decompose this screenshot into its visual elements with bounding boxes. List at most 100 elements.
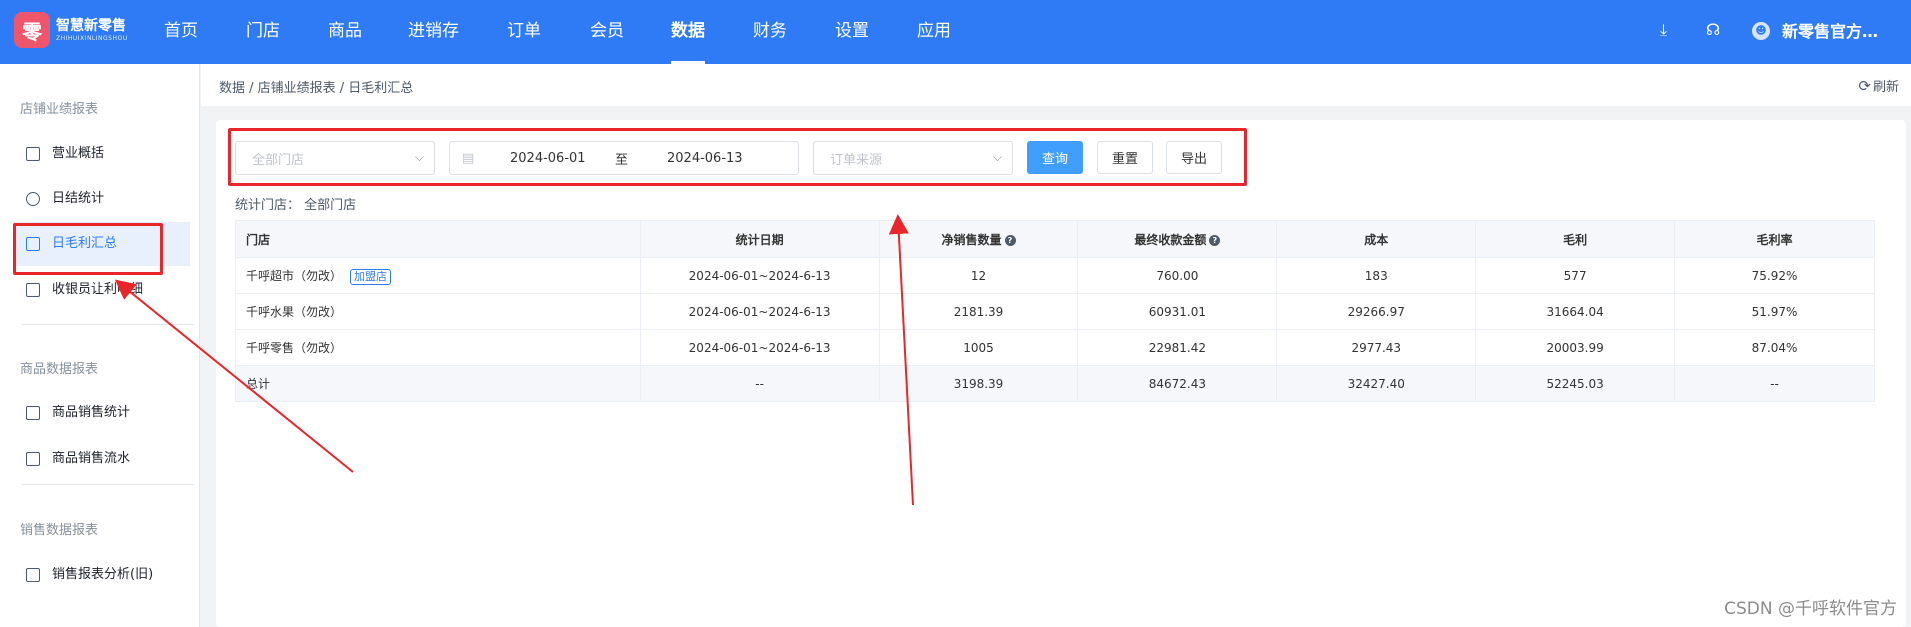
watermark: CSDN @千呼软件官方 [1724, 599, 1897, 619]
profit: 31664.04 [1475, 293, 1676, 330]
total-cost: 32427.40 [1276, 365, 1477, 402]
date-start[interactable]: 2024-06-01 [510, 151, 586, 166]
total-net-qty: 3198.39 [878, 365, 1079, 402]
chevron-down-icon: ⌵ [992, 150, 1002, 164]
user-avatar[interactable]: ☻ [1752, 22, 1770, 40]
col-cost: 成本 [1276, 220, 1477, 258]
cost: 183 [1276, 257, 1477, 294]
col-store: 门店 [235, 220, 641, 258]
chevron-down-icon: ⌵ [414, 150, 424, 164]
list-icon [26, 452, 40, 466]
final-amount: 60931.01 [1077, 293, 1278, 330]
col-date: 统计日期 [639, 220, 880, 258]
profit: 577 [1475, 257, 1676, 294]
bar-chart-icon [26, 568, 40, 582]
col-profit-rate: 毛利率 [1674, 220, 1875, 258]
brand-logo[interactable]: 零 智慧新零售 ZHIHUIXINLINGSHOU [14, 12, 128, 48]
help-icon[interactable]: ? [1004, 234, 1016, 246]
export-button[interactable]: 导出 [1166, 141, 1222, 174]
col-net-qty: 净销售数量? [878, 220, 1079, 258]
top-nav-bar: 零 智慧新零售 ZHIHUIXINLINGSHOU 首页 门店 商品 进销存 订… [0, 0, 1911, 64]
total-profit: 52245.03 [1475, 365, 1676, 402]
list-icon [26, 406, 40, 420]
nav-apps[interactable]: 应用 [917, 0, 951, 64]
table-row: 千呼零售（勿改） 2024-06-01~2024-6-13 1005 22981… [235, 329, 1875, 366]
document-icon [26, 237, 40, 251]
help-icon[interactable]: ? [1209, 234, 1221, 246]
final-amount: 760.00 [1077, 257, 1278, 294]
net-qty: 12 [878, 257, 1079, 294]
sidebar-divider [22, 324, 194, 325]
sidebar-item-goods-sales-flow[interactable]: 商品销售流水 [14, 437, 190, 481]
monitor-icon [26, 147, 40, 161]
total-label: 总计 [235, 365, 641, 402]
logo-icon: 零 [14, 12, 50, 48]
receipt-icon [26, 283, 40, 297]
date-link[interactable]: 2024-06-01~2024-6-13 [639, 293, 880, 330]
col-final-amount: 最终收款金额? [1077, 220, 1278, 258]
sidebar-divider [22, 484, 194, 485]
total-profit-rate: -- [1674, 365, 1875, 402]
refresh-button[interactable]: ⟳ 刷新 [1858, 76, 1899, 96]
cost: 2977.43 [1276, 329, 1477, 366]
final-amount: 22981.42 [1077, 329, 1278, 366]
profit-rate: 75.92% [1674, 257, 1875, 294]
net-qty: 1005 [878, 329, 1079, 366]
brand-name: 智慧新零售 [56, 17, 126, 34]
table-header-row: 门店 统计日期 净销售数量? 最终收款金额? 成本 毛利 毛利率 [235, 220, 1875, 258]
date-link[interactable]: 2024-06-01~2024-6-13 [639, 257, 880, 294]
download-icon[interactable]: ⤓ [1660, 20, 1667, 40]
store-name: 千呼超市（勿改） [246, 268, 343, 283]
nav-members[interactable]: 会员 [590, 0, 624, 64]
reset-button[interactable]: 重置 [1097, 141, 1153, 174]
nav-store[interactable]: 门店 [246, 0, 280, 64]
sidebar-item-sales-analysis-old[interactable]: 销售报表分析(旧) [14, 553, 190, 597]
order-source-select[interactable]: 订单来源 ⌵ [813, 141, 1013, 175]
sidebar-group-goods-reports: 商品数据报表 [20, 362, 99, 377]
table-total-row: 总计 -- 3198.39 84672.43 32427.40 52245.03… [235, 365, 1875, 402]
profit: 20003.99 [1475, 329, 1676, 366]
pie-chart-icon [26, 192, 40, 206]
brand-name-en: ZHIHUIXINLINGSHOU [56, 34, 128, 42]
table-row: 千呼超市（勿改） 加盟店 2024-06-01~2024-6-13 12 760.… [235, 257, 1875, 294]
cost: 29266.97 [1276, 293, 1477, 330]
sidebar-group-sales-reports: 销售数据报表 [20, 523, 99, 538]
profit-rate: 51.97% [1674, 293, 1875, 330]
sidebar-item-daily-gross-profit[interactable]: 日毛利汇总 [14, 222, 190, 266]
sidebar-item-cashier-discount[interactable]: 收银员让利明细 [14, 268, 190, 312]
sidebar-group-store-reports: 店铺业绩报表 [20, 102, 99, 117]
nav-finance[interactable]: 财务 [753, 0, 787, 64]
total-final-amount: 84672.43 [1077, 365, 1278, 402]
sidebar-item-goods-sales-stats[interactable]: 商品销售统计 [14, 391, 190, 435]
sidebar-item-daily-settlement[interactable]: 日结统计 [14, 177, 190, 221]
user-name[interactable]: 新零售官方… [1782, 0, 1878, 64]
headset-icon[interactable]: ☊ [1706, 20, 1720, 39]
calendar-icon: ▤ [462, 150, 475, 166]
nav-inventory[interactable]: 进销存 [408, 0, 459, 64]
gross-profit-table: 门店 统计日期 净销售数量? 最终收款金额? 成本 毛利 毛利率 千呼超市（勿改… [235, 220, 1875, 402]
date-link[interactable]: 2024-06-01~2024-6-13 [639, 329, 880, 366]
table-row: 千呼水果（勿改） 2024-06-01~2024-6-13 2181.39 60… [235, 293, 1875, 330]
nav-home[interactable]: 首页 [164, 0, 198, 64]
franchise-tag: 加盟店 [350, 268, 392, 285]
col-profit: 毛利 [1475, 220, 1676, 258]
refresh-icon: ⟳ [1858, 76, 1871, 95]
sidebar-item-business-overview[interactable]: 营业概括 [14, 132, 190, 176]
net-qty: 2181.39 [878, 293, 1079, 330]
date-range-picker[interactable]: ▤ 2024-06-01 至 2024-06-13 [449, 141, 799, 175]
query-button[interactable]: 查询 [1027, 141, 1083, 174]
profit-rate: 87.04% [1674, 329, 1875, 366]
nav-goods[interactable]: 商品 [328, 0, 362, 64]
store-name: 千呼零售（勿改） [235, 329, 641, 366]
sidebar: 店铺业绩报表 营业概括 日结统计 日毛利汇总 收银员让利明细 商品数据报表 商品… [0, 64, 200, 627]
date-end[interactable]: 2024-06-13 [667, 151, 743, 166]
store-select[interactable]: 全部门店 ⌵ [235, 141, 435, 175]
nav-data[interactable]: 数据 [671, 0, 705, 64]
total-date: -- [639, 365, 880, 402]
nav-orders[interactable]: 订单 [507, 0, 541, 64]
breadcrumb: 数据 / 店铺业绩报表 / 日毛利汇总 [219, 81, 414, 96]
store-name: 千呼水果（勿改） [235, 293, 641, 330]
breadcrumb-bar: 数据 / 店铺业绩报表 / 日毛利汇总 ⟳ 刷新 [201, 64, 1911, 106]
nav-settings[interactable]: 设置 [835, 0, 869, 64]
stat-store-label: 统计门店： 全部门店 [235, 198, 357, 213]
